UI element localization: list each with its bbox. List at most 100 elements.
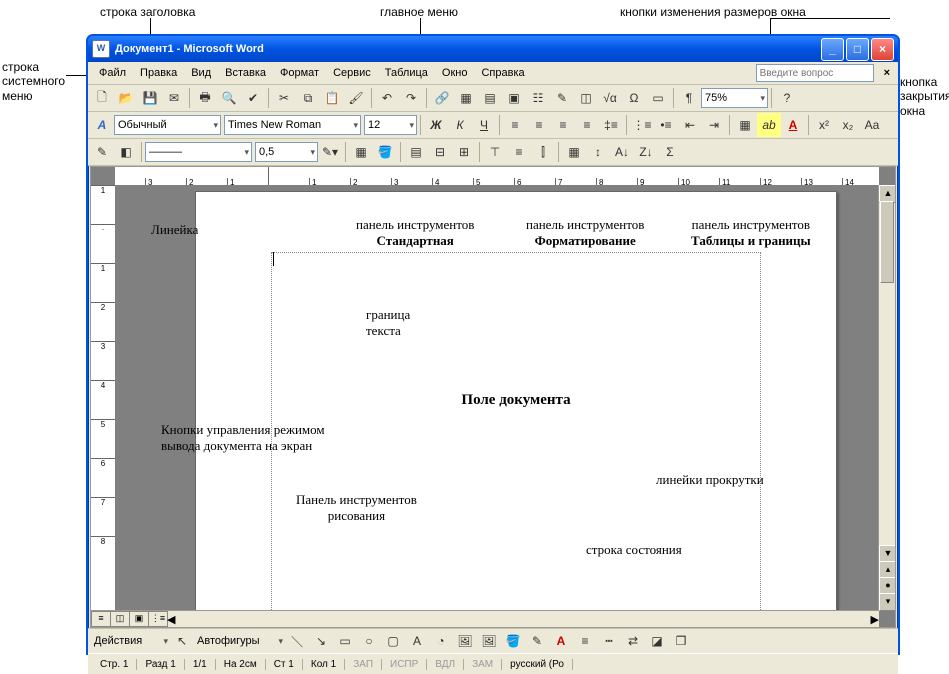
scroll-thumb[interactable] bbox=[880, 201, 894, 283]
bullet-list-icon[interactable]: •≡ bbox=[654, 113, 678, 137]
text-direction-icon[interactable]: ↕ bbox=[586, 140, 610, 164]
insert-table-icon[interactable]: ▤ bbox=[478, 86, 502, 110]
columns-icon[interactable]: ☷ bbox=[526, 86, 550, 110]
doc-close-button[interactable]: × bbox=[880, 67, 894, 79]
autosum-icon[interactable]: Σ bbox=[658, 140, 682, 164]
tables-borders-icon[interactable]: ▦ bbox=[454, 86, 478, 110]
highlight-icon[interactable]: ab bbox=[757, 113, 781, 137]
outside-border-icon[interactable]: ▦ bbox=[349, 140, 373, 164]
cut-icon[interactable]: ✂ bbox=[272, 86, 296, 110]
distribute-rows-icon[interactable]: ≡ bbox=[507, 140, 531, 164]
scroll-right-icon[interactable]: ▶ bbox=[871, 613, 879, 626]
decrease-indent-icon[interactable]: ⇤ bbox=[678, 113, 702, 137]
spellcheck-icon[interactable]: ✔ bbox=[241, 86, 265, 110]
horizontal-ruler[interactable]: 3211234567891011121314151617 bbox=[115, 167, 879, 186]
redo-icon[interactable]: ↷ bbox=[399, 86, 423, 110]
doc-map-icon[interactable]: ◫ bbox=[574, 86, 598, 110]
arrow-icon[interactable]: ↘ bbox=[309, 629, 333, 653]
numbered-list-icon[interactable]: ⋮≡ bbox=[630, 113, 654, 137]
print-icon[interactable]: 🖶 bbox=[193, 86, 217, 110]
hscroll-track[interactable] bbox=[178, 612, 870, 626]
menu-tools[interactable]: Сервис bbox=[326, 65, 378, 81]
draw-table-icon[interactable]: ✎ bbox=[90, 140, 114, 164]
font-color-icon[interactable]: A bbox=[549, 629, 573, 653]
word-doc-icon[interactable]: W bbox=[92, 40, 110, 58]
line-weight-combo[interactable]: 0,5 bbox=[255, 142, 318, 162]
titlebar[interactable]: W Документ1 - Microsoft Word _ □ × bbox=[88, 36, 898, 62]
mail-icon[interactable]: ✉ bbox=[162, 86, 186, 110]
borders-icon[interactable]: ▦ bbox=[733, 113, 757, 137]
menu-table[interactable]: Таблица bbox=[378, 65, 435, 81]
clipart-icon[interactable]: 🖼 bbox=[453, 629, 477, 653]
distribute-cols-icon[interactable]: ⫿ bbox=[531, 140, 555, 164]
increase-indent-icon[interactable]: ⇥ bbox=[702, 113, 726, 137]
status-rec[interactable]: ЗАП bbox=[345, 659, 382, 670]
font-color-icon[interactable]: A bbox=[781, 113, 805, 137]
open-icon[interactable]: 📂 bbox=[114, 86, 138, 110]
menu-edit[interactable]: Правка bbox=[133, 65, 184, 81]
superscript-icon[interactable]: x² bbox=[812, 113, 836, 137]
italic-icon[interactable]: К bbox=[448, 113, 472, 137]
format-painter-icon[interactable]: 🖌 bbox=[344, 86, 368, 110]
menu-window[interactable]: Окно bbox=[435, 65, 475, 81]
insert-table-icon[interactable]: ▤ bbox=[404, 140, 428, 164]
change-case-icon[interactable]: Aa bbox=[860, 113, 884, 137]
undo-icon[interactable]: ↶ bbox=[375, 86, 399, 110]
justify-icon[interactable]: ≡ bbox=[575, 113, 599, 137]
table-autoformat-icon[interactable]: ▦ bbox=[562, 140, 586, 164]
eraser-icon[interactable]: ◧ bbox=[114, 140, 138, 164]
vertical-scrollbar[interactable]: ▲ ▼ ▴ ● ▾ bbox=[878, 185, 895, 611]
style-combo[interactable]: Обычный bbox=[114, 115, 221, 135]
menu-format[interactable]: Формат bbox=[273, 65, 326, 81]
copy-icon[interactable]: ⧉ bbox=[296, 86, 320, 110]
dash-style-icon[interactable]: ┅ bbox=[597, 629, 621, 653]
status-trk[interactable]: ИСПР bbox=[382, 659, 427, 670]
picture-icon[interactable]: 🖼 bbox=[477, 629, 501, 653]
vertical-ruler[interactable]: 1·12345678 bbox=[91, 185, 116, 611]
line-style-combo[interactable]: ——— bbox=[145, 142, 252, 162]
status-lang[interactable]: русский (Ро bbox=[502, 659, 573, 670]
wordart-icon[interactable]: A bbox=[405, 629, 429, 653]
font-combo[interactable]: Times New Roman bbox=[224, 115, 361, 135]
rectangle-icon[interactable]: ▭ bbox=[333, 629, 357, 653]
merge-cells-icon[interactable]: ⊟ bbox=[428, 140, 452, 164]
line-style-icon[interactable]: ≡ bbox=[573, 629, 597, 653]
new-doc-icon[interactable]: 🗋 bbox=[90, 86, 114, 110]
align-right-icon[interactable]: ≡ bbox=[551, 113, 575, 137]
bold-icon[interactable]: Ж bbox=[424, 113, 448, 137]
underline-icon[interactable]: Ч bbox=[472, 113, 496, 137]
line-color-icon[interactable]: ✎ bbox=[525, 629, 549, 653]
preview-icon[interactable]: 🔍 bbox=[217, 86, 241, 110]
zoom-combo[interactable]: 75% bbox=[701, 88, 768, 108]
shading-color-icon[interactable]: 🪣 bbox=[373, 140, 397, 164]
status-ovr[interactable]: ЗАМ bbox=[464, 659, 502, 670]
split-cells-icon[interactable]: ⊞ bbox=[452, 140, 476, 164]
paste-icon[interactable]: 📋 bbox=[320, 86, 344, 110]
textbox-icon[interactable]: ▢ bbox=[381, 629, 405, 653]
page-viewport[interactable]: Поле документа Линейка панель инструмент… bbox=[115, 185, 879, 611]
sort-desc-icon[interactable]: Z↓ bbox=[634, 140, 658, 164]
menu-file[interactable]: Файл bbox=[92, 65, 133, 81]
maximize-button[interactable]: □ bbox=[846, 38, 869, 61]
close-button[interactable]: × bbox=[871, 38, 894, 61]
align-left-icon[interactable]: ≡ bbox=[503, 113, 527, 137]
font-size-combo[interactable]: 12 bbox=[364, 115, 417, 135]
show-all-icon[interactable]: ¶ bbox=[677, 86, 701, 110]
align-top-icon[interactable]: ⊤ bbox=[483, 140, 507, 164]
document-page[interactable]: Поле документа Линейка панель инструмент… bbox=[195, 191, 837, 611]
line-spacing-icon[interactable]: ‡≡ bbox=[599, 113, 623, 137]
equation-icon[interactable]: √α bbox=[598, 86, 622, 110]
subscript-icon[interactable]: x₂ bbox=[836, 113, 860, 137]
web-view-icon[interactable]: ◫ bbox=[110, 611, 130, 627]
help-icon[interactable]: ? bbox=[775, 86, 799, 110]
non-printing-icon[interactable]: ▭ bbox=[646, 86, 670, 110]
print-layout-icon[interactable]: ▣ bbox=[129, 611, 149, 627]
shadow-icon[interactable]: ◪ bbox=[645, 629, 669, 653]
select-objects-icon[interactable]: ↖ bbox=[170, 629, 194, 653]
fill-color-icon[interactable]: 🪣 bbox=[501, 629, 525, 653]
menu-help[interactable]: Справка bbox=[474, 65, 531, 81]
hyperlink-icon[interactable]: 🔗 bbox=[430, 86, 454, 110]
line-icon[interactable]: ＼ bbox=[285, 629, 309, 653]
normal-view-icon[interactable]: ≡ bbox=[91, 611, 111, 627]
styles-pane-icon[interactable]: A bbox=[90, 113, 114, 137]
